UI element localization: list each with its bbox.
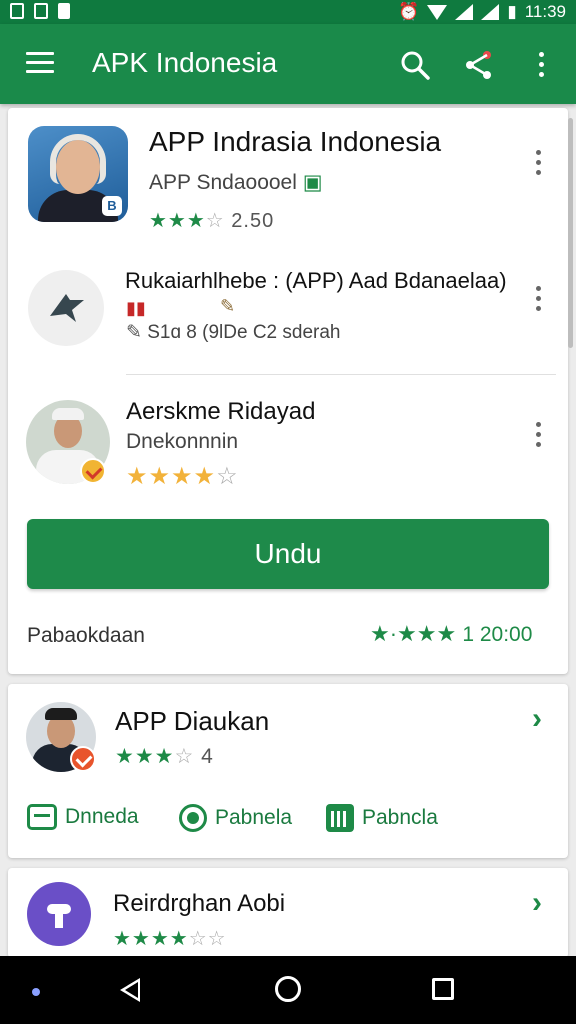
- app-bar: APK Indonesia: [0, 24, 576, 104]
- featured-more-icon[interactable]: [528, 146, 548, 178]
- star-filled-icon: ★★★★: [113, 928, 189, 950]
- item2-title[interactable]: Rukaiarhlhebe : (APP) Aad Bdanaelaa): [125, 268, 507, 294]
- star-filled-icon: ★·★★★: [370, 621, 457, 646]
- star-orange-filled-icon: ★★★★: [126, 463, 217, 490]
- action-label: Dnneda: [65, 805, 139, 828]
- signal-icon: [455, 4, 474, 20]
- item3-subtitle: Dnekonnnin: [126, 430, 239, 453]
- battery-icon: ▮: [507, 2, 517, 21]
- featured-developer-name: APP Sndaoooel: [149, 171, 297, 194]
- grid-icon: [326, 804, 354, 832]
- star-filled-icon: ★★★: [149, 210, 206, 232]
- action-pabnela[interactable]: Pabnela: [179, 804, 292, 832]
- status-indicators: ⏰ ▮ 11:39: [398, 2, 566, 22]
- featured-app-icon[interactable]: B: [28, 126, 128, 222]
- verified-badge-icon: [80, 458, 106, 484]
- star-empty-icon: ☆: [174, 745, 195, 768]
- menu-icon[interactable]: [26, 52, 54, 74]
- flag-icon: ▮▮: [126, 298, 146, 318]
- action-label: Pabnela: [215, 806, 293, 829]
- star-empty-icon: ☆: [205, 210, 225, 232]
- assistant-icon[interactable]: [32, 988, 40, 996]
- item2-info: ✎ S1ɑ 8 (9lDe C2 sderah: [126, 321, 340, 344]
- star-empty-icon: ☆: [216, 463, 239, 490]
- action-dnneda[interactable]: Dnneda: [27, 804, 139, 830]
- card3-rating: ★★★★☆☆: [113, 926, 227, 951]
- lock-notification-icon: [58, 3, 70, 19]
- footer-rating-count: 1 20:00: [462, 623, 533, 646]
- navigation-bar: [0, 956, 576, 1024]
- chevron-right-icon[interactable]: ›: [532, 886, 542, 920]
- action-pabncla[interactable]: Pabncla: [326, 804, 438, 832]
- featured-title[interactable]: APP Indrasia Indonesia: [149, 126, 441, 158]
- camera-icon: [179, 804, 207, 832]
- footer-label: Pabaokdaan: [27, 624, 145, 647]
- star-filled-icon: ★★★: [115, 745, 175, 768]
- verified-badge-icon: [70, 746, 96, 772]
- featured-rating: ★★★☆ 2.50: [149, 208, 274, 233]
- item2-info-text: S1ɑ 8 (9lDe C2 sderah: [147, 322, 341, 343]
- verified-icon: ▣: [302, 171, 323, 194]
- wifi-icon: [427, 4, 448, 20]
- pencil-icon: ✎: [220, 296, 236, 316]
- app-card-2[interactable]: APP Diaukan ★★★☆ 4 › Dnneda Pabnela Pabn…: [8, 684, 568, 858]
- chevron-right-icon[interactable]: ›: [532, 702, 542, 736]
- item2-more-icon[interactable]: [528, 282, 548, 314]
- chat-icon: [27, 804, 57, 830]
- purple-app-icon: [27, 882, 91, 946]
- featured-rating-text: 2.50: [231, 210, 275, 232]
- overflow-menu-icon[interactable]: [526, 48, 556, 80]
- image-notification-icon: [34, 3, 48, 19]
- card2-rating: ★★★☆ 4: [115, 744, 214, 769]
- star-empty-icon: ☆☆: [188, 928, 227, 950]
- card3-title[interactable]: Reirdrghan Aobi: [113, 890, 285, 918]
- search-icon[interactable]: [400, 50, 430, 80]
- back-icon[interactable]: [120, 978, 140, 1002]
- status-time: 11:39: [524, 2, 566, 21]
- install-button[interactable]: Undu: [27, 519, 549, 589]
- app-title: APK Indonesia: [92, 47, 278, 78]
- recent-apps-icon[interactable]: [432, 978, 454, 1000]
- share-icon[interactable]: [463, 48, 495, 80]
- notification-icons: [10, 3, 70, 19]
- card2-title[interactable]: APP Diaukan: [115, 706, 269, 737]
- item3-rating: ★★★★☆: [126, 462, 239, 491]
- action-label: Pabncla: [362, 806, 438, 829]
- airplane-icon: [50, 294, 84, 322]
- card2-rating-text: 4: [201, 745, 214, 768]
- item3-title[interactable]: Aerskme Ridayad: [126, 398, 315, 426]
- item3-more-icon[interactable]: [528, 418, 548, 450]
- scrollbar[interactable]: [568, 118, 573, 348]
- notification-icon: [10, 3, 24, 19]
- alarm-icon: ⏰: [398, 2, 420, 21]
- footer-rating: ★·★★★ 1 20:00: [370, 621, 532, 647]
- home-icon[interactable]: [275, 976, 301, 1002]
- featured-developer: APP Sndaoooel ▣: [149, 170, 323, 195]
- edit-icon: ✎: [126, 322, 142, 343]
- status-bar: ⏰ ▮ 11:39: [0, 0, 576, 24]
- featured-card: B APP Indrasia Indonesia APP Sndaoooel ▣…: [8, 108, 568, 674]
- divider: [126, 374, 556, 375]
- airplane-app-icon[interactable]: [28, 270, 104, 346]
- signal-icon-2: [481, 4, 500, 20]
- app-card-3[interactable]: Reirdrghan Aobi ★★★★☆☆ ›: [8, 868, 568, 958]
